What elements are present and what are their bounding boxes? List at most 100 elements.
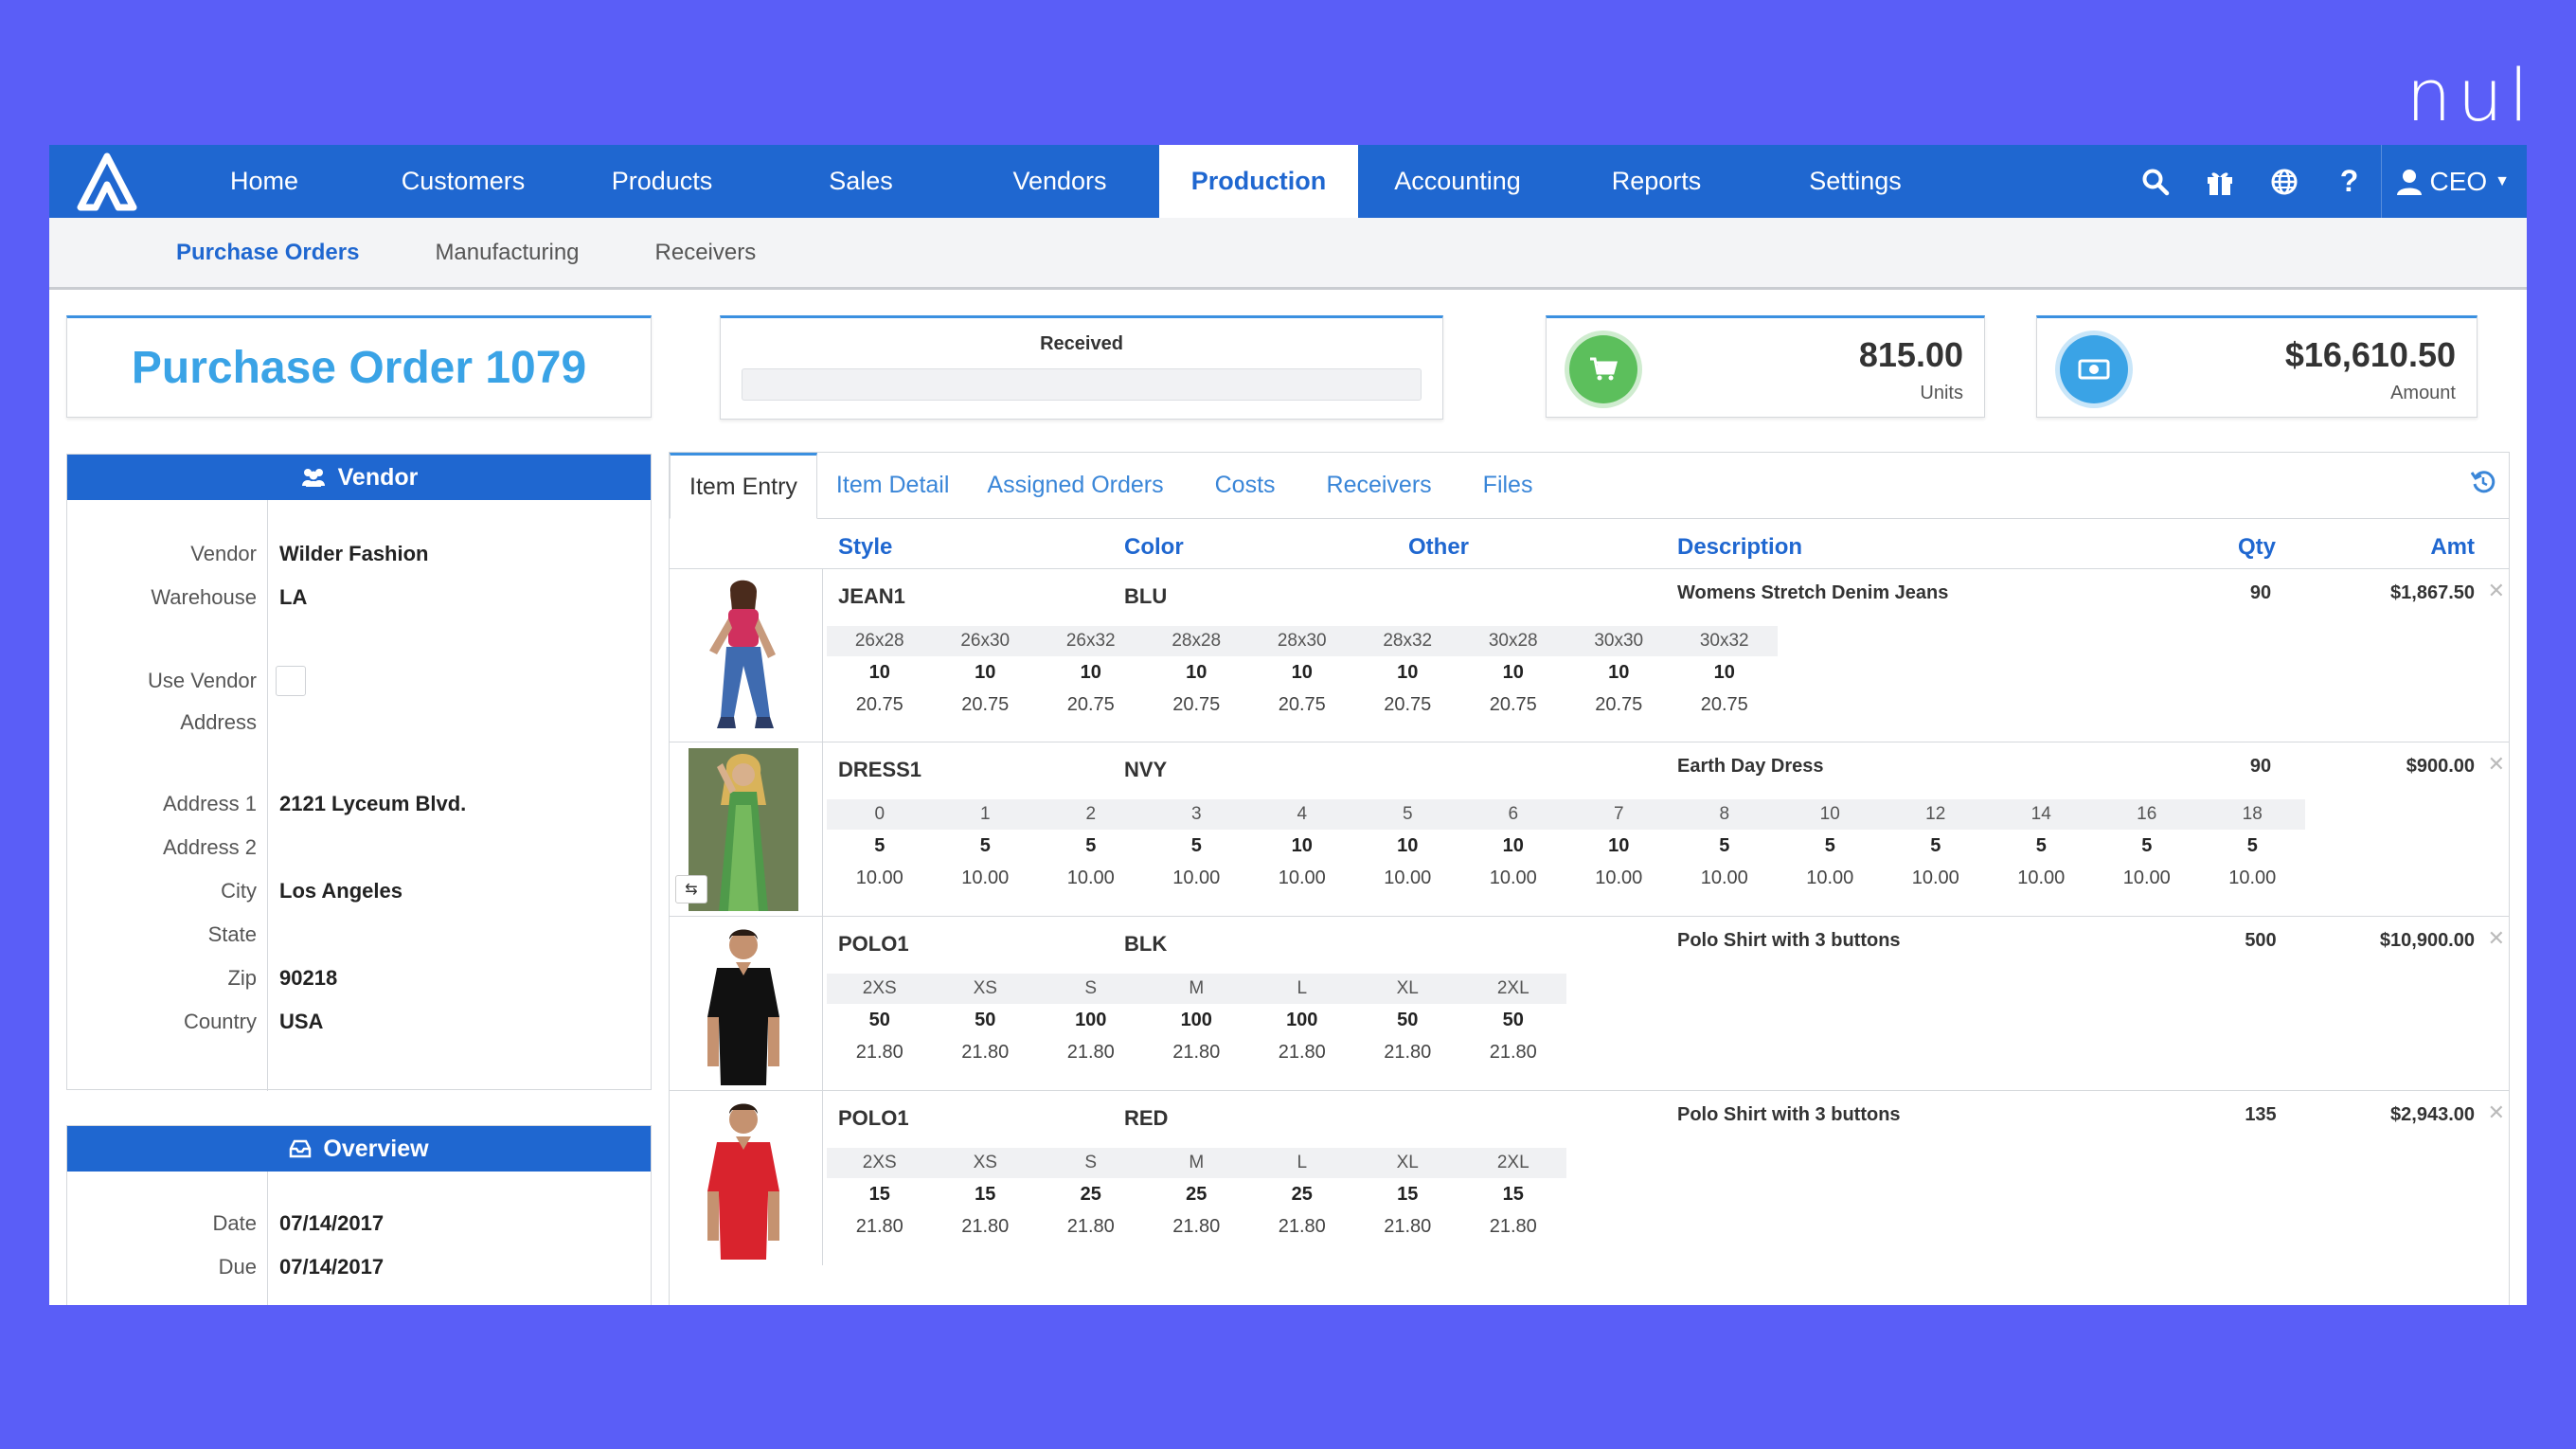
size-quantity-cell[interactable]: 5: [1672, 835, 1778, 857]
size-price-cell[interactable]: 21.80: [1038, 1042, 1144, 1064]
size-quantity-cell[interactable]: 10: [1144, 662, 1250, 684]
size-quantity-cell[interactable]: 10: [1566, 662, 1673, 684]
nav-reports[interactable]: Reports: [1557, 145, 1756, 218]
size-quantity-cell[interactable]: 100: [1144, 1010, 1250, 1031]
size-price-cell[interactable]: 21.80: [1144, 1216, 1250, 1238]
size-price-cell[interactable]: 10.00: [1778, 868, 1884, 889]
size-quantity-cell[interactable]: 100: [1249, 1010, 1355, 1031]
remove-item-icon[interactable]: ✕: [2488, 1100, 2505, 1125]
size-price-cell[interactable]: 21.80: [933, 1216, 1039, 1238]
nav-home[interactable]: Home: [165, 145, 364, 218]
size-quantity-cell[interactable]: 10: [1566, 835, 1673, 857]
nav-vendors[interactable]: Vendors: [960, 145, 1159, 218]
size-quantity-cell[interactable]: 15: [1460, 1184, 1566, 1206]
date-field[interactable]: 07/14/2017: [279, 1211, 384, 1236]
size-quantity-cell[interactable]: 15: [933, 1184, 1039, 1206]
city-field[interactable]: Los Angeles: [279, 879, 402, 903]
size-price-cell[interactable]: 10.00: [1038, 868, 1144, 889]
item-color[interactable]: BLU: [1124, 584, 1167, 609]
remove-item-icon[interactable]: ✕: [2488, 752, 2505, 777]
size-price-cell[interactable]: 10.00: [933, 868, 1039, 889]
globe-icon[interactable]: [2252, 145, 2317, 218]
size-quantity-cell[interactable]: 50: [1460, 1010, 1566, 1031]
item-style[interactable]: POLO1: [838, 1106, 909, 1131]
item-style[interactable]: DRESS1: [838, 758, 921, 782]
size-price-cell[interactable]: 20.75: [1460, 694, 1566, 716]
size-quantity-cell[interactable]: 10: [933, 662, 1039, 684]
tab-costs[interactable]: Costs: [1183, 452, 1295, 518]
country-field[interactable]: USA: [279, 1010, 323, 1034]
item-thumbnail-image[interactable]: [689, 922, 798, 1085]
size-price-cell[interactable]: 20.75: [1672, 694, 1778, 716]
size-price-cell[interactable]: 10.00: [1355, 868, 1461, 889]
size-price-cell[interactable]: 10.00: [1144, 868, 1250, 889]
size-price-cell[interactable]: 21.80: [1460, 1042, 1566, 1064]
size-quantity-cell[interactable]: 15: [827, 1184, 933, 1206]
size-price-cell[interactable]: 21.80: [1144, 1042, 1250, 1064]
use-vendor-address-checkbox[interactable]: [276, 666, 306, 696]
tab-assigned-orders[interactable]: Assigned Orders: [968, 452, 1182, 518]
size-price-cell[interactable]: 21.80: [1355, 1216, 1461, 1238]
size-price-cell[interactable]: 20.75: [827, 694, 933, 716]
size-quantity-cell[interactable]: 100: [1038, 1010, 1144, 1031]
size-price-cell[interactable]: 21.80: [827, 1042, 933, 1064]
size-quantity-cell[interactable]: 10: [1355, 835, 1461, 857]
size-quantity-cell[interactable]: 10: [827, 662, 933, 684]
nav-accounting[interactable]: Accounting: [1358, 145, 1557, 218]
size-price-cell[interactable]: 10.00: [1566, 868, 1673, 889]
item-color[interactable]: NVY: [1124, 758, 1167, 782]
nav-sales[interactable]: Sales: [761, 145, 960, 218]
size-quantity-cell[interactable]: 10: [1249, 835, 1355, 857]
subnav-manufacturing[interactable]: Manufacturing: [435, 240, 579, 266]
size-quantity-cell[interactable]: 5: [1989, 835, 2095, 857]
gift-icon[interactable]: [2188, 145, 2252, 218]
item-row[interactable]: JEAN1 BLU Womens Stretch Denim Jeans 90 …: [670, 568, 2509, 742]
size-quantity-cell[interactable]: 50: [827, 1010, 933, 1031]
size-price-cell[interactable]: 20.75: [1144, 694, 1250, 716]
item-color[interactable]: RED: [1124, 1106, 1168, 1131]
size-price-cell[interactable]: 20.75: [933, 694, 1039, 716]
size-price-cell[interactable]: 21.80: [1249, 1216, 1355, 1238]
size-price-cell[interactable]: 21.80: [933, 1042, 1039, 1064]
size-price-cell[interactable]: 10.00: [2094, 868, 2200, 889]
size-quantity-cell[interactable]: 5: [2200, 835, 2306, 857]
size-quantity-cell[interactable]: 25: [1249, 1184, 1355, 1206]
size-price-cell[interactable]: 21.80: [1460, 1216, 1566, 1238]
size-quantity-cell[interactable]: 10: [1038, 662, 1144, 684]
search-icon[interactable]: [2123, 145, 2188, 218]
user-menu[interactable]: CEO ▼: [2381, 145, 2510, 218]
item-row[interactable]: POLO1 RED Polo Shirt with 3 buttons 135 …: [670, 1091, 2509, 1265]
size-price-cell[interactable]: 10.00: [1883, 868, 1989, 889]
split-icon[interactable]: ⇆: [675, 875, 707, 903]
size-quantity-cell[interactable]: 10: [1355, 662, 1461, 684]
item-row[interactable]: ⇆ DRESS1 NVY Earth Day Dress 90 $900.00 …: [670, 742, 2509, 917]
size-quantity-cell[interactable]: 5: [933, 835, 1039, 857]
tab-item-detail[interactable]: Item Detail: [817, 452, 968, 518]
size-quantity-cell[interactable]: 5: [1778, 835, 1884, 857]
size-quantity-cell[interactable]: 25: [1038, 1184, 1144, 1206]
item-thumbnail-image[interactable]: [689, 575, 798, 738]
size-quantity-cell[interactable]: 5: [827, 835, 933, 857]
address1-field[interactable]: 2121 Lyceum Blvd.: [279, 792, 466, 816]
size-quantity-cell[interactable]: 10: [1460, 662, 1566, 684]
size-quantity-cell[interactable]: 5: [1144, 835, 1250, 857]
size-price-cell[interactable]: 21.80: [1355, 1042, 1461, 1064]
nav-products[interactable]: Products: [563, 145, 761, 218]
size-price-cell[interactable]: 21.80: [1038, 1216, 1144, 1238]
size-price-cell[interactable]: 10.00: [1989, 868, 2095, 889]
tab-item-entry[interactable]: Item Entry: [670, 453, 817, 519]
size-price-cell[interactable]: 10.00: [827, 868, 933, 889]
size-price-cell[interactable]: 21.80: [827, 1216, 933, 1238]
subnav-receivers[interactable]: Receivers: [655, 240, 757, 266]
subnav-purchase-orders[interactable]: Purchase Orders: [176, 240, 359, 266]
size-quantity-cell[interactable]: 10: [1672, 662, 1778, 684]
size-price-cell[interactable]: 10.00: [1672, 868, 1778, 889]
zip-field[interactable]: 90218: [279, 966, 337, 991]
remove-item-icon[interactable]: ✕: [2488, 579, 2505, 603]
size-quantity-cell[interactable]: 5: [2094, 835, 2200, 857]
item-style[interactable]: JEAN1: [838, 584, 905, 609]
size-price-cell[interactable]: 20.75: [1038, 694, 1144, 716]
tab-receivers[interactable]: Receivers: [1295, 452, 1451, 518]
nav-production[interactable]: Production: [1159, 145, 1358, 218]
refresh-icon[interactable]: [2470, 470, 2496, 501]
